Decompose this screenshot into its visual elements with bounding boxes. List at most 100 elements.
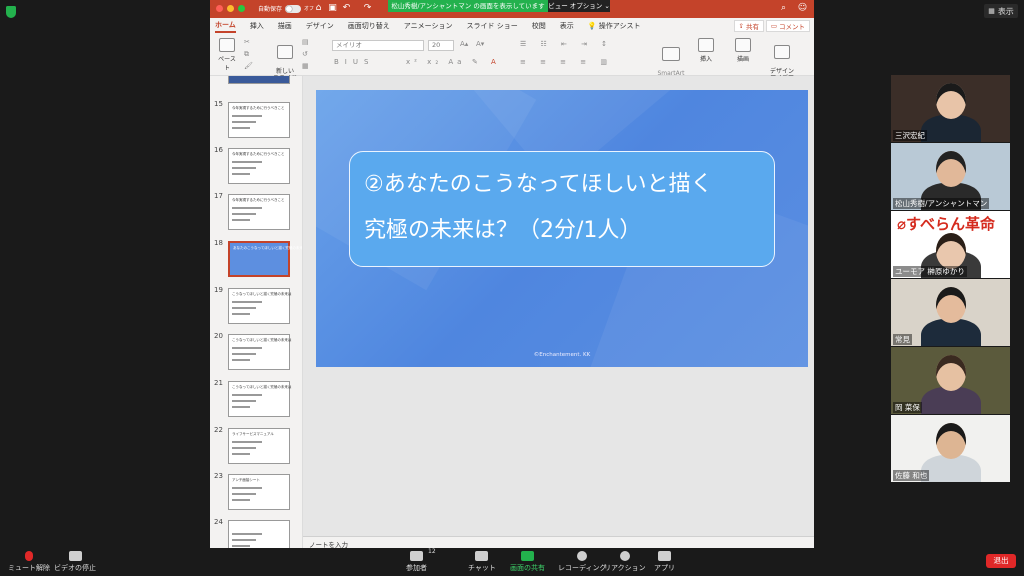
draw-button[interactable]: 描画 bbox=[732, 38, 754, 63]
slide-thumbnail[interactable]: ライフサービスマニュアル bbox=[228, 428, 290, 464]
font-grow-icon[interactable]: A▴ bbox=[460, 40, 468, 48]
view-button[interactable]: ▦ 表示 bbox=[984, 4, 1018, 18]
autosave-control[interactable]: 自動保存 オフ bbox=[258, 4, 314, 13]
section-icon[interactable]: ▦ bbox=[302, 62, 309, 70]
tab-transitions[interactable]: 画面切り替え bbox=[348, 21, 390, 31]
participant-video-tile[interactable]: 三沢宏紀 bbox=[891, 75, 1010, 142]
apps-icon bbox=[658, 551, 671, 561]
slide-thumbnail[interactable]: 今年実現するために行うべきこと bbox=[228, 148, 290, 184]
record-icon bbox=[577, 551, 588, 561]
tab-insert[interactable]: 挿入 bbox=[250, 21, 264, 31]
autosave-toggle[interactable] bbox=[285, 4, 302, 13]
slide-thumbnails-pane[interactable]: 15 今年実現するために行うべきこと 16 今年実現するために行うべきこと 17 今年実現… bbox=[210, 76, 303, 548]
record-label: レコーディング bbox=[558, 564, 607, 572]
slide-thumbnail-title: こうなってほしいと描く究極の未来は bbox=[232, 292, 292, 296]
view-options-button[interactable]: ビュー オプション ⌄ bbox=[548, 0, 610, 12]
share-label: 共有 bbox=[746, 23, 759, 31]
font-color-icon[interactable]: A bbox=[491, 58, 496, 66]
unmute-button[interactable]: ミュート解除 bbox=[8, 551, 50, 573]
format-painter-icon[interactable]: 🖌 bbox=[244, 62, 253, 70]
undo-icon[interactable]: ↶ bbox=[341, 3, 352, 14]
insert-button[interactable]: 挿入 bbox=[695, 38, 717, 63]
reactions-button[interactable]: リアクション bbox=[604, 551, 646, 573]
designer-icon bbox=[774, 45, 790, 59]
tab-draw[interactable]: 描画 bbox=[278, 21, 292, 31]
save-icon[interactable]: ▣ bbox=[327, 3, 338, 14]
apps-button[interactable]: アプリ bbox=[654, 551, 675, 573]
reset-icon[interactable]: ↺ bbox=[302, 50, 308, 58]
leave-button[interactable]: 退出 bbox=[986, 554, 1016, 568]
chat-button[interactable]: チャット bbox=[468, 551, 496, 573]
font-shrink-icon[interactable]: A▾ bbox=[476, 40, 484, 48]
minimize-window-button[interactable] bbox=[227, 5, 234, 12]
current-slide[interactable]: ②あなたのこうなってほしいと描く 究極の未来は？（2分/1人） ©Enchant… bbox=[316, 90, 808, 367]
font-size-select[interactable]: 20 bbox=[428, 40, 454, 51]
slide-title-box[interactable]: ②あなたのこうなってほしいと描く 究極の未来は？（2分/1人） bbox=[349, 151, 775, 267]
ribbon: ペースト ✂ ⧉ 🖌 新しい スライド ▤ ↺ ▦ メイリオ 20 A▴ A▾ … bbox=[210, 34, 814, 84]
participant-face bbox=[936, 83, 966, 119]
maximize-window-button[interactable] bbox=[238, 5, 245, 12]
participant-video-tile[interactable]: 岡 菜保 bbox=[891, 347, 1010, 414]
comment-button[interactable]: ▭ コメント bbox=[765, 20, 810, 32]
paste-button[interactable]: ペースト bbox=[216, 38, 238, 72]
participant-name: 常見 bbox=[893, 334, 912, 345]
tab-home[interactable]: ホーム bbox=[215, 20, 236, 33]
cut-icon[interactable]: ✂ bbox=[244, 38, 250, 46]
record-button[interactable]: レコーディング bbox=[558, 551, 607, 573]
close-window-button[interactable] bbox=[216, 5, 223, 12]
slide-thumbnail[interactable]: 今年実現するために行うべきこと bbox=[228, 194, 290, 230]
chat-label: チャット bbox=[468, 564, 496, 572]
copy-icon[interactable]: ⧉ bbox=[244, 50, 249, 59]
profile-icon[interactable]: ☺ bbox=[797, 3, 808, 14]
share-screen-button[interactable]: 画面の共有 bbox=[510, 551, 545, 573]
text-box-icon bbox=[698, 38, 714, 52]
slide-thumbnail[interactable] bbox=[228, 520, 290, 548]
slide-thumbnail[interactable]: 今年実現するために行うべきこと bbox=[228, 102, 290, 138]
participant-video-tile[interactable]: 佐藤 和也 bbox=[891, 415, 1010, 482]
unmute-label: ミュート解除 bbox=[8, 564, 50, 572]
slide-thumbnail[interactable]: こうなってほしいと描く究極の未来は bbox=[228, 288, 292, 324]
paste-label: ペースト bbox=[218, 56, 236, 72]
slide-thumbnail-14[interactable] bbox=[228, 76, 290, 84]
highlight-icon[interactable]: ✎ bbox=[472, 58, 478, 66]
stop-video-button[interactable]: ビデオの停止 bbox=[54, 551, 96, 573]
participant-video-tile[interactable]: 松山秀樹/アンシャントマン bbox=[891, 143, 1010, 210]
slide-thumbnail[interactable]: こうなってほしいと描く究極の未来は bbox=[228, 381, 291, 417]
tab-design[interactable]: デザイン bbox=[306, 21, 334, 31]
tab-view[interactable]: 表示 bbox=[560, 21, 574, 31]
slide-number: 18 bbox=[214, 239, 223, 247]
slide-thumbnail-title: 今年実現するために行うべきこと bbox=[232, 106, 285, 110]
slide-title-line1: ②あなたのこうなってほしいと描く bbox=[364, 172, 713, 197]
tab-tell-me[interactable]: 💡 操作アシスト bbox=[588, 21, 641, 31]
participant-video-tile[interactable]: ⌀すべらん革命 ユーモア 榊原ゆかり bbox=[891, 211, 1010, 278]
grid-icon: ▦ bbox=[988, 7, 995, 15]
font-style-icons[interactable]: BIUS bbox=[334, 58, 374, 66]
layout-icon[interactable]: ▤ bbox=[302, 38, 309, 46]
tab-slideshow[interactable]: スライド ショー bbox=[467, 21, 518, 31]
chat-icon bbox=[475, 551, 489, 561]
participants-button[interactable]: 参加者 bbox=[406, 551, 427, 573]
slide-thumbnail[interactable]: こうなってほしいと描く究極の未来は bbox=[228, 334, 291, 370]
slide-thumbnail[interactable]: アンチ面接シート bbox=[228, 474, 290, 510]
participant-video-tile[interactable]: 常見 bbox=[891, 279, 1010, 346]
list-icons[interactable]: ☰ ☷ ⇤ ⇥ ↕ bbox=[520, 40, 613, 48]
tab-animations[interactable]: アニメーション bbox=[404, 21, 453, 31]
font-name-select[interactable]: メイリオ bbox=[332, 40, 424, 51]
participant-face bbox=[936, 233, 966, 269]
participant-face bbox=[936, 151, 966, 187]
smartart-icon bbox=[662, 47, 680, 61]
screen-share-banner: 松山秀樹/アンシャントマン の画面を表示しています bbox=[388, 0, 548, 12]
slide-thumbnail[interactable]: あなたのこうなってほしいと描く究極の未来は？（2分/1人） bbox=[228, 241, 302, 277]
security-shield-icon[interactable] bbox=[6, 6, 16, 18]
char-spacing-icons[interactable]: x² x₂ Aa bbox=[406, 58, 465, 66]
tab-review[interactable]: 校閲 bbox=[532, 21, 546, 31]
share-button[interactable]: ⇪ 共有 bbox=[733, 20, 764, 32]
clipboard-icon bbox=[219, 38, 235, 52]
notes-pane[interactable]: ノートを入力 bbox=[303, 536, 814, 548]
home-icon[interactable]: ⌂ bbox=[313, 3, 324, 14]
align-icons[interactable]: ≡ ≡ ≡ ≡ ▥ bbox=[520, 58, 613, 66]
slide-thumbnail-title: 今年実現するために行うべきこと bbox=[232, 152, 285, 156]
new-slide-icon bbox=[277, 45, 293, 59]
search-icon[interactable]: ⌕ bbox=[778, 3, 789, 14]
redo-icon[interactable]: ↷ bbox=[362, 3, 373, 14]
